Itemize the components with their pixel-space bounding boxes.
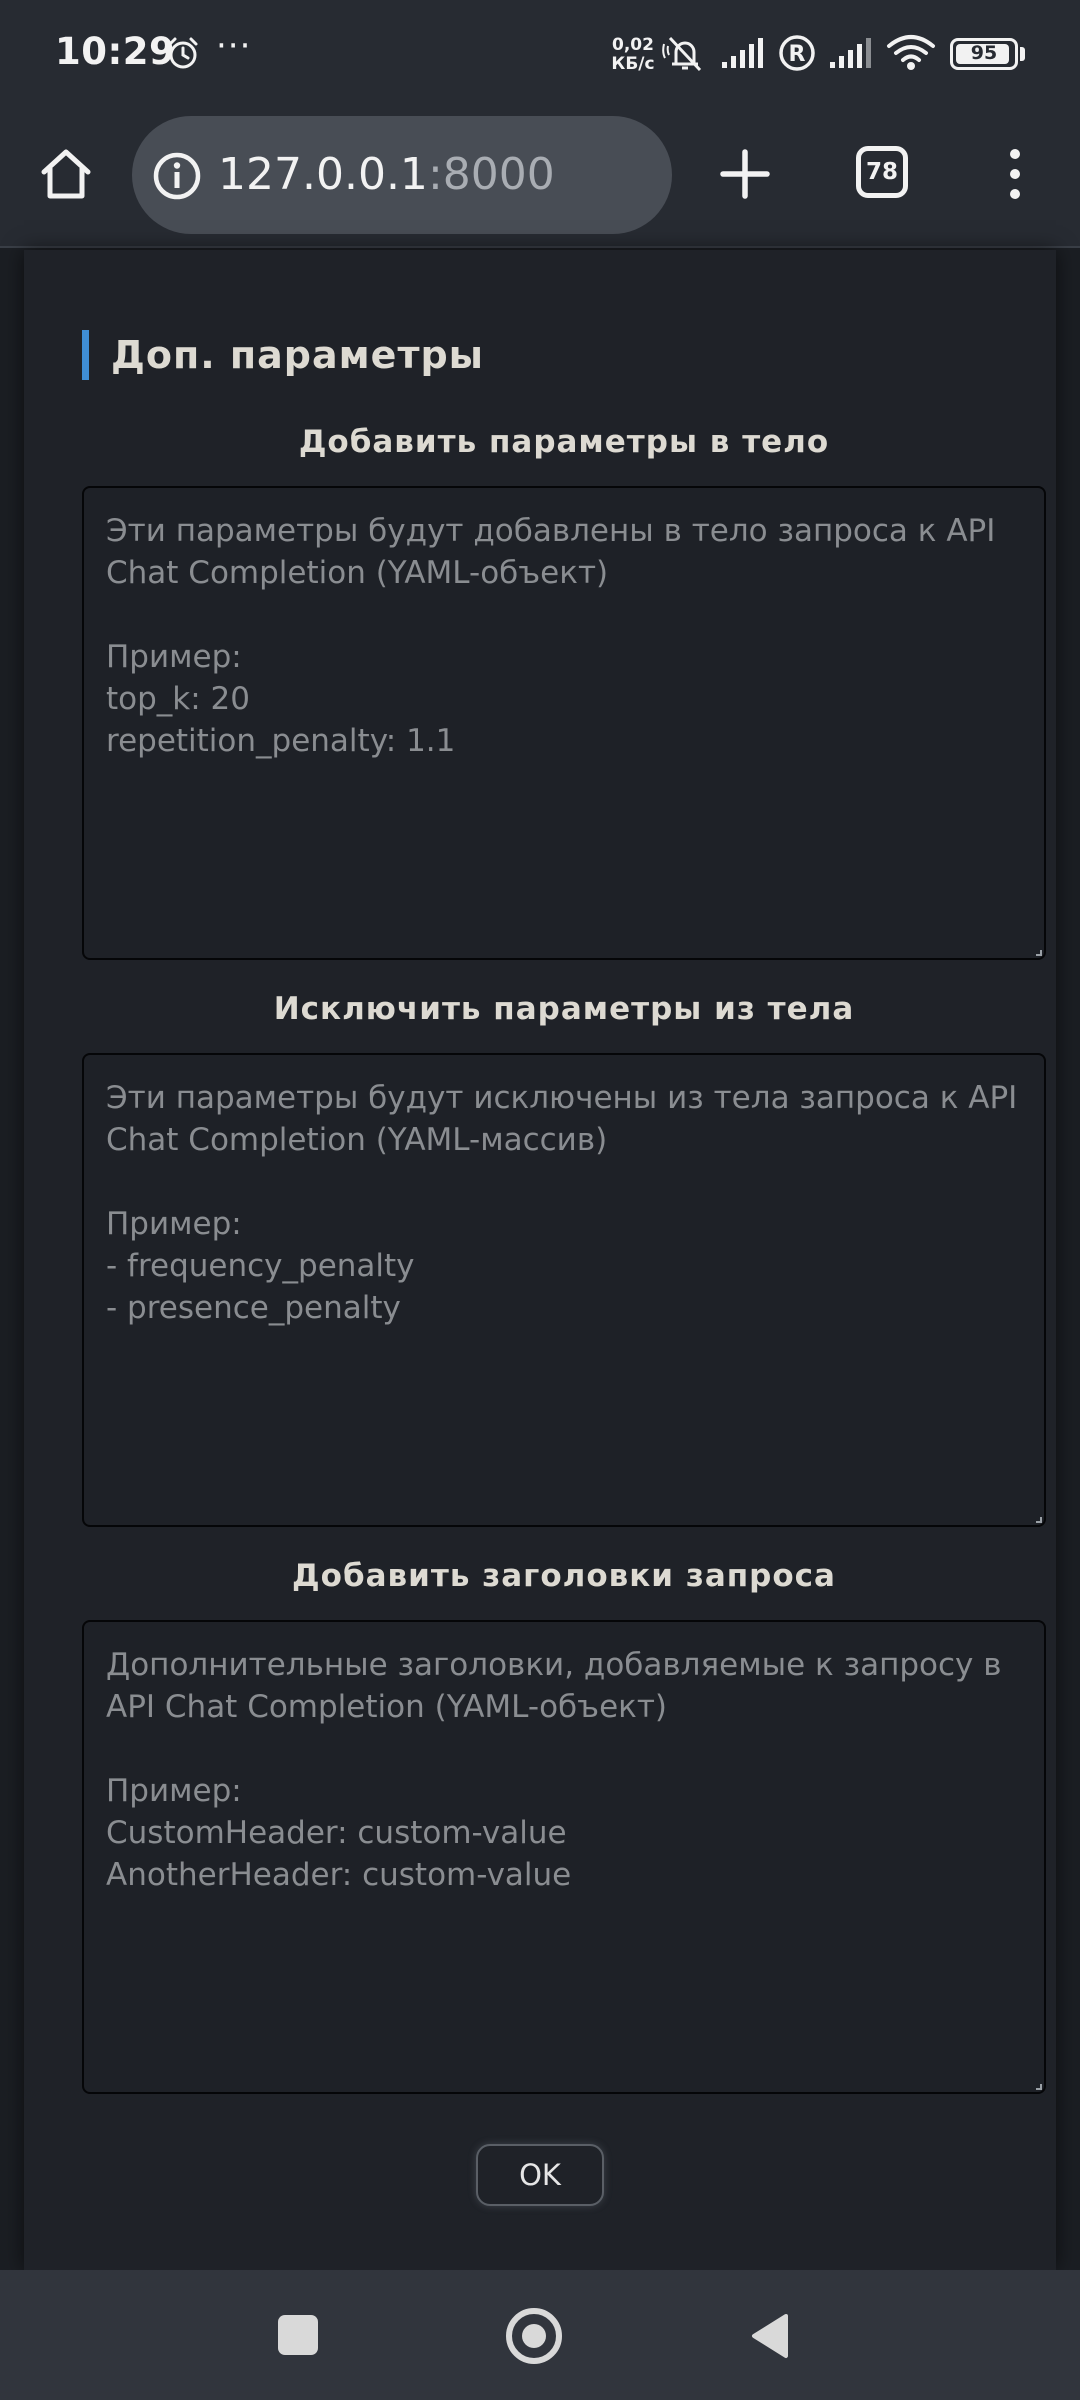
exclude-body-params-textarea[interactable]: Эти параметры будут исключены из тела за…: [82, 1053, 1046, 1527]
url-port: :8000: [427, 149, 555, 200]
section-title: Доп. параметры: [82, 330, 484, 380]
home-circle-icon[interactable]: [506, 2308, 562, 2364]
signal-icon: [722, 38, 763, 68]
plus-icon[interactable]: [715, 144, 775, 204]
notification-dots: ···: [216, 26, 252, 66]
battery-icon: 95: [950, 38, 1018, 70]
mute-icon: [662, 36, 702, 72]
resize-handle[interactable]: [1036, 1517, 1042, 1523]
page-content: Доп. параметры Добавить параметры в тело…: [0, 250, 1080, 2270]
home-circle-dot: [522, 2324, 546, 2348]
address-bar[interactable]: 127.0.0.1:8000: [132, 116, 672, 234]
network-speed-unit: КБ/с: [611, 54, 655, 74]
svg-text:R: R: [789, 42, 806, 67]
browser-toolbar: 127.0.0.1:8000 78: [0, 108, 1080, 248]
home-icon[interactable]: [36, 144, 96, 204]
add-headers-textarea[interactable]: Дополнительные заголовки, добавляемые к …: [82, 1620, 1046, 2094]
battery-level: 95: [970, 42, 998, 64]
add-body-params-placeholder: Эти параметры будут добавлены в тело зап…: [106, 513, 996, 759]
exclude-body-params-placeholder: Эти параметры будут исключены из тела за…: [106, 1080, 1018, 1326]
signal-icon-2: [830, 38, 871, 68]
info-icon[interactable]: [152, 151, 202, 201]
network-speed-value: 0,02: [612, 35, 654, 55]
add-headers-placeholder: Дополнительные заголовки, добавляемые к …: [106, 1647, 1002, 1893]
tabs-icon[interactable]: 78: [856, 146, 908, 198]
resize-handle[interactable]: [1036, 950, 1042, 956]
field-label-exclude-body: Исключить параметры из тела: [273, 991, 855, 1027]
wifi-icon: [887, 35, 935, 70]
alarm-icon: [168, 37, 198, 69]
recents-icon[interactable]: [278, 2315, 318, 2355]
system-nav-bar: [0, 2270, 1080, 2400]
url-text[interactable]: 127.0.0.1:8000: [218, 149, 555, 200]
settings-panel: Доп. параметры Добавить параметры в тело…: [24, 250, 1056, 2270]
roaming-icon: R: [779, 35, 815, 71]
field-label-add-headers: Добавить заголовки запроса: [292, 1558, 836, 1594]
url-host: 127.0.0.1: [218, 149, 428, 200]
tab-count: 78: [865, 159, 898, 185]
add-body-params-textarea[interactable]: Эти параметры будут добавлены в тело зап…: [82, 486, 1046, 960]
status-time: 10:29: [55, 30, 176, 73]
ok-button[interactable]: OK: [476, 2144, 604, 2206]
status-bar: 10:29 ··· 0,02 КБ/с R 95: [0, 0, 1080, 108]
resize-handle[interactable]: [1036, 2084, 1042, 2090]
more-vert-icon[interactable]: [1000, 146, 1030, 202]
network-speed: 0,02 КБ/с: [610, 36, 656, 74]
back-icon[interactable]: [748, 2312, 790, 2360]
battery-tip: [1020, 47, 1025, 61]
field-label-add-body: Добавить параметры в тело: [298, 424, 830, 460]
